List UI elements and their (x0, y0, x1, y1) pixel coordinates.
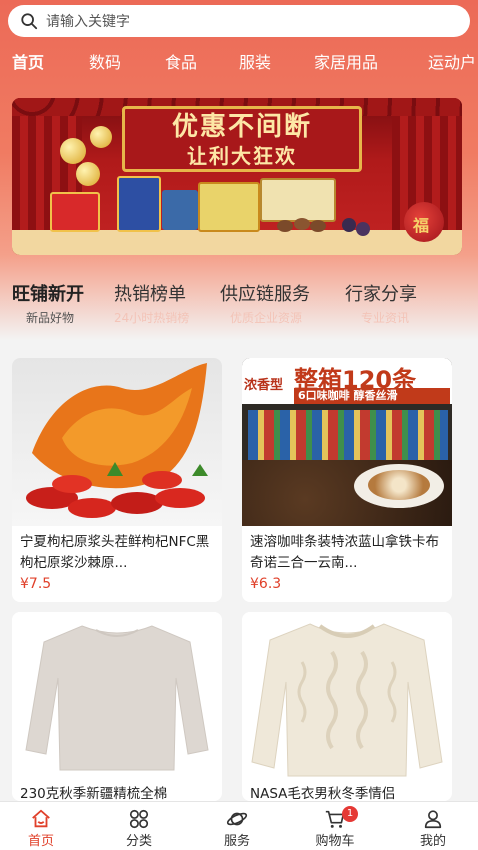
product-name: 速溶咖啡条装特浓蓝山拿铁卡布奇诺三合一云南... (250, 534, 439, 571)
gift-box (198, 182, 260, 232)
home-icon (32, 809, 50, 828)
tab-food[interactable]: 食品 (165, 50, 197, 76)
search-icon (21, 13, 38, 30)
sweater-illustration (251, 623, 443, 777)
section-title: 热销榜单 (114, 284, 186, 305)
gold-ornament (76, 162, 100, 186)
coffee-sticks (248, 410, 448, 460)
product-image (242, 612, 452, 780)
nav-service[interactable]: 服务 (202, 802, 272, 850)
latte-art (368, 470, 430, 500)
product-image: 浓香型 整箱120条 6口味咖啡 醇香丝滑 (242, 358, 452, 526)
chestnut (277, 220, 293, 232)
section-tabs: 旺铺新开 新品好物 热销榜单 24小时热销榜 供应链服务 优质企业资源 行家分享… (0, 282, 478, 330)
chestnut (310, 220, 326, 232)
product-image (12, 358, 222, 526)
tab-clothing[interactable]: 服装 (239, 50, 271, 76)
section-tab-new-shops[interactable]: 旺铺新开 新品好物 (12, 282, 84, 328)
section-subtitle: 专业资讯 (361, 311, 410, 325)
section-tab-hot-list[interactable]: 热销榜单 24小时热销榜 (114, 282, 189, 328)
section-title: 行家分享 (345, 284, 417, 305)
section-tab-expert-share[interactable]: 行家分享 专业资讯 (345, 282, 417, 328)
tab-digital[interactable]: 数码 (89, 50, 121, 76)
section-tab-supply-chain[interactable]: 供应链服务 优质企业资源 (220, 282, 310, 328)
tab-home-goods[interactable]: 家居用品 (314, 50, 378, 76)
lucky-bag-label: 福 (413, 216, 430, 235)
banner-title: 优惠不间断 (171, 112, 312, 142)
bottom-navigation: 首页 分类 服务 1 购物车 我的 (0, 801, 478, 850)
product-price: ¥7.5 (20, 576, 52, 592)
banner-table (12, 230, 462, 255)
section-subtitle: 24小时热销榜 (114, 311, 190, 325)
product-card[interactable]: 宁夏枸杞原浆头茬鲜枸杞NFC黑枸杞原浆沙棘原... ¥7.5 (12, 358, 222, 602)
product-name: 宁夏枸杞原浆头茬鲜枸杞NFC黑枸杞原浆沙棘原... (20, 534, 210, 571)
section-title: 旺铺新开 (12, 284, 84, 305)
cart-badge: 1 (342, 806, 358, 822)
category-tabs: 首页 数码 食品 服装 家居用品 运动户 (0, 50, 478, 76)
nav-label: 购物车 (315, 834, 355, 849)
banner-title-board: 优惠不间断 让利大狂欢 (122, 106, 362, 172)
grape (356, 222, 370, 236)
planet-icon (226, 812, 248, 826)
tab-sports[interactable]: 运动户 (428, 50, 476, 76)
nav-label: 分类 (125, 834, 152, 849)
nav-label: 服务 (223, 834, 250, 849)
search-placeholder: 请输入关键字 (46, 14, 130, 30)
nav-label: 我的 (419, 834, 446, 849)
product-card[interactable]: NASA毛衣男秋冬季情侣 (242, 612, 452, 801)
gold-ornament (90, 126, 112, 148)
nav-home[interactable]: 首页 (6, 802, 76, 850)
section-subtitle: 优质企业资源 (230, 311, 303, 325)
promo-banner[interactable]: 优惠不间断 让利大狂欢 福 (12, 98, 462, 255)
search-input[interactable]: 请输入关键字 (8, 5, 470, 37)
nav-cart[interactable]: 1 购物车 (300, 802, 370, 850)
product-price: ¥6.3 (250, 576, 282, 592)
product-card[interactable]: 230克秋季新疆精梳全棉 (12, 612, 222, 801)
section-title: 供应链服务 (220, 284, 310, 305)
chestnut (294, 218, 310, 230)
coffee-type-label: 浓香型 (244, 378, 284, 393)
grid-icon (129, 809, 149, 829)
coffee-subline: 6口味咖啡 醇香丝滑 (298, 389, 398, 402)
section-subtitle: 新品好物 (26, 311, 75, 325)
product-image (12, 612, 222, 780)
gift-box (117, 176, 161, 232)
tshirt-illustration (25, 625, 209, 771)
product-name: NASA毛衣男秋冬季情侣 (250, 786, 396, 801)
product-card[interactable]: 浓香型 整箱120条 6口味咖啡 醇香丝滑 速溶咖啡条装特浓蓝山拿铁卡布奇诺三合… (242, 358, 452, 602)
tab-home[interactable]: 首页 (12, 50, 44, 76)
grape (342, 218, 356, 232)
user-icon (424, 810, 442, 829)
nav-label: 首页 (27, 834, 54, 849)
goji-juice-illustration (26, 363, 208, 518)
nav-profile[interactable]: 我的 (398, 802, 468, 850)
nav-category[interactable]: 分类 (104, 802, 174, 850)
gift-box (162, 190, 198, 230)
banner-subtitle: 让利大狂欢 (187, 144, 297, 168)
gold-ornament (60, 138, 86, 164)
product-name: 230克秋季新疆精梳全棉 (20, 786, 168, 801)
gift-box (260, 178, 336, 222)
gift-box (50, 192, 100, 232)
